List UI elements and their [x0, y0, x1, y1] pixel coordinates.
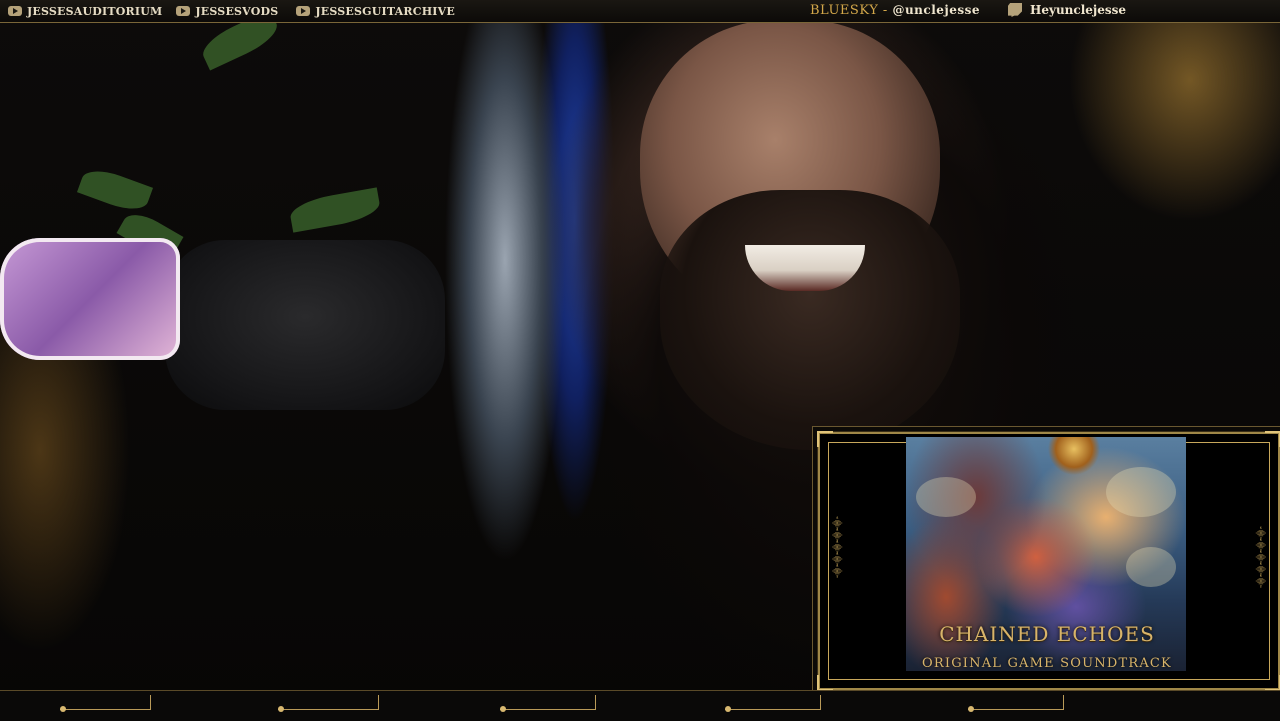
- channel-label: JESSESGUITARCHIVE: [315, 4, 455, 18]
- youtube-icon: [176, 6, 191, 16]
- youtube-icon: [296, 6, 311, 16]
- bluesky-handle[interactable]: BLUESKY - @unclejesse: [810, 3, 980, 18]
- ornament-dot: [500, 706, 506, 712]
- channel-label: JESSESVODS: [195, 4, 279, 18]
- ornament-line: [60, 709, 150, 710]
- channel-link-guitar-archive[interactable]: JESSESGUITARCHIVE: [296, 5, 455, 18]
- channel-link-vods[interactable]: JESSESVODS: [176, 5, 278, 18]
- frame-corner: [817, 675, 833, 691]
- social-bar: JESSESAUDITORIUM JESSESVODS JESSESGUITAR…: [0, 0, 1280, 23]
- frame-corner: [1265, 675, 1280, 691]
- ornament-dot: [968, 706, 974, 712]
- now-playing-frame: ⸎ ⸎ ⸎ ⸎ ⸎ ⸎ ⸎ ⸎ ⸎ ⸎ CHAINED ECHOES ORIGINAL GAME…: [817, 431, 1280, 691]
- album-subtitle: ORIGINAL GAME SOUNDTRACK: [922, 656, 1172, 671]
- ornament-tick: [1063, 695, 1064, 710]
- art-cloud: [916, 477, 976, 517]
- plant-leaf: [76, 163, 154, 217]
- twitch-username: Heyunclejesse: [1030, 3, 1127, 17]
- bluesky-label: BLUESKY -: [810, 3, 888, 18]
- art-cloud: [1106, 467, 1176, 517]
- ornament-line: [278, 709, 378, 710]
- bottom-ornament-bar: [0, 690, 1280, 721]
- bluesky-username: @unclejesse: [892, 3, 981, 17]
- frame-corner: [817, 431, 833, 447]
- youtube-icon: [8, 6, 22, 16]
- channel-label: JESSESAUDITORIUM: [27, 4, 163, 18]
- ornament-tick: [150, 695, 151, 710]
- album-title: CHAINED ECHOES: [939, 622, 1155, 646]
- ornament-dot: [60, 706, 66, 712]
- frame-corner: [1265, 431, 1280, 447]
- rune-ornament-left: ⸎ ⸎ ⸎ ⸎ ⸎: [832, 519, 843, 578]
- ornament-tick: [595, 695, 596, 710]
- ornament-dot: [278, 706, 284, 712]
- ornament-line: [725, 709, 820, 710]
- plant-leaf: [288, 187, 382, 233]
- sticker: [0, 238, 180, 360]
- microphone: [165, 240, 445, 410]
- rune-ornament-right: ⸎ ⸎ ⸎ ⸎ ⸎: [1255, 529, 1266, 588]
- ornament-tick: [820, 695, 821, 710]
- art-cloud: [1126, 547, 1176, 587]
- channel-link-auditorium[interactable]: JESSESAUDITORIUM: [8, 5, 162, 18]
- twitch-icon: [1008, 3, 1022, 17]
- person-beard: [660, 190, 960, 450]
- ornament-dot: [725, 706, 731, 712]
- ornament-line: [500, 709, 595, 710]
- ornament-line: [968, 709, 1063, 710]
- ornament-tick: [378, 695, 379, 710]
- twitch-handle[interactable]: Heyunclejesse: [1008, 3, 1126, 17]
